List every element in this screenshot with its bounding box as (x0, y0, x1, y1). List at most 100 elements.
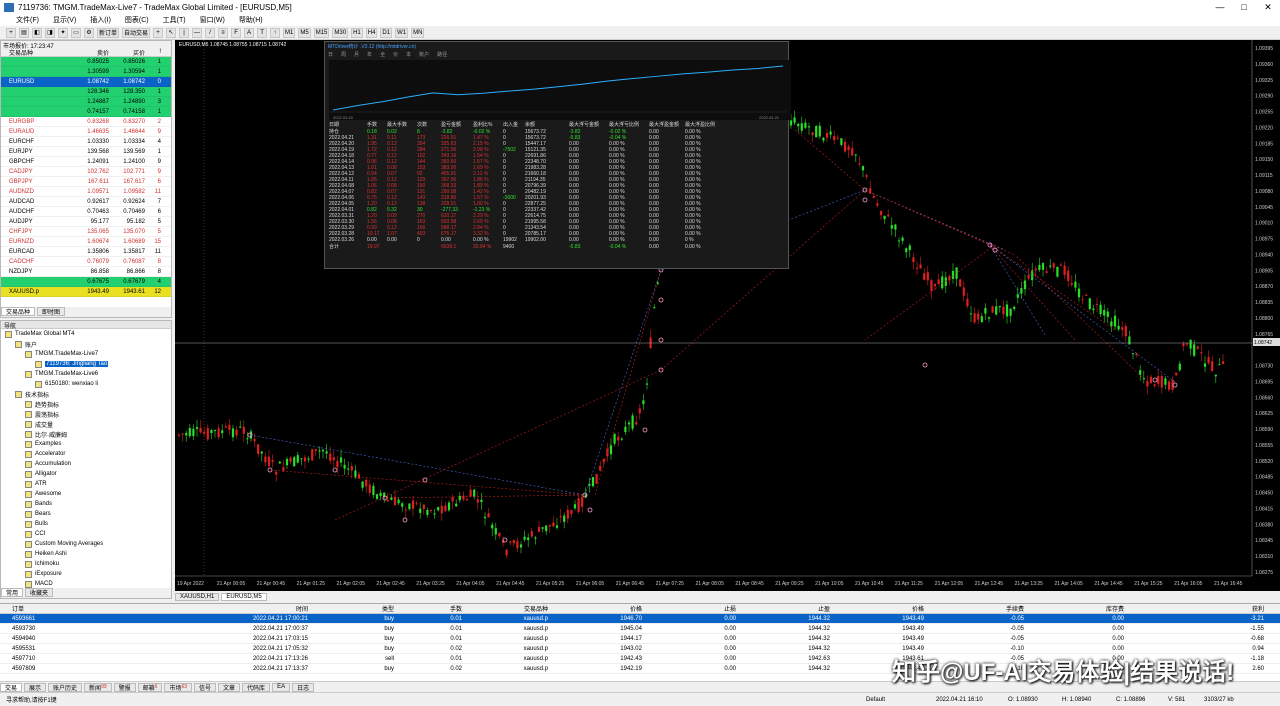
terminal-tab[interactable]: EA (272, 682, 291, 692)
market-watch-row[interactable]: EURCAD 1.35806 1.35817 11 (1, 247, 171, 257)
market-watch-row[interactable]: AUDCHF 0.70463 0.70469 6 (1, 207, 171, 217)
terminal-tab[interactable]: 警报 (113, 682, 136, 692)
new-order-button[interactable]: 新订单 (97, 27, 120, 38)
market-watch-row[interactable]: NZDJPY 86.858 86.866 8 (1, 267, 171, 277)
navigator-item[interactable]: TMGM.TradeMax-Live7 (1, 349, 171, 359)
menu-insert[interactable]: 插入(I) (90, 15, 111, 25)
navigator-item[interactable]: Bands (1, 499, 171, 509)
stats-tab[interactable]: 年 (367, 51, 372, 58)
order-row[interactable]: 4594940 2022.04.21 17:03:15 buy 0.01 xauusd.… (0, 634, 1280, 644)
market-watch-row[interactable]: GBPJPY 167.611 167.617 6 (1, 177, 171, 187)
market-watch-row[interactable]: 1.30599 1.30594 1 (1, 67, 171, 77)
vertical-line-icon[interactable]: | (179, 27, 190, 38)
navigator-item[interactable]: ATR (1, 479, 171, 489)
new-chart-icon[interactable]: + (6, 27, 16, 38)
channel-icon[interactable]: ≡ (218, 27, 229, 38)
terminal-tab[interactable]: 新闻 99 (84, 682, 112, 692)
col-spread[interactable]: ! (145, 49, 163, 55)
terminal-tab[interactable]: 信号 (194, 682, 217, 692)
tf-m30[interactable]: M30 (332, 27, 349, 38)
tf-m1[interactable]: M1 (283, 27, 296, 38)
market-watch-row[interactable]: CADCHF 0.76079 0.76087 8 (1, 257, 171, 267)
tf-h1[interactable]: H1 (351, 27, 363, 38)
tab-common[interactable]: 常用 (1, 588, 24, 597)
terminal-tab[interactable]: 交易 (0, 682, 23, 692)
profiles-icon[interactable]: ▤ (19, 27, 29, 38)
market-watch-row[interactable]: XAUUSD.p 1943.49 1943.61 12 (1, 287, 171, 297)
market-watch-row[interactable]: 0.74157 0.74158 1 (1, 107, 171, 117)
stats-tab[interactable]: 月 (354, 51, 359, 58)
terminal-tab[interactable]: 账户历史 (48, 682, 83, 692)
col-tp[interactable]: 止盈 (736, 604, 830, 613)
tf-m5[interactable]: M5 (298, 27, 311, 38)
tf-h4[interactable]: H4 (365, 27, 378, 38)
navigator-item[interactable]: 比尔·威廉姆 (1, 429, 171, 439)
navigator-item[interactable]: 趋势指标 (1, 399, 171, 409)
market-watch-row[interactable]: 1.24887 1.24890 3 (1, 97, 171, 107)
market-watch-icon[interactable]: ◧ (32, 27, 42, 38)
market-watch-row[interactable]: EURGBP 0.83268 0.83270 2 (1, 117, 171, 127)
tester-icon[interactable]: ⚙ (84, 27, 94, 38)
col-lots[interactable]: 手数 (394, 604, 462, 613)
tf-mn[interactable]: MN (411, 27, 425, 38)
navigator-item[interactable]: Ichimoku (1, 559, 171, 569)
market-watch-row[interactable]: AUDJPY 95.177 95.182 5 (1, 217, 171, 227)
col-time[interactable]: 时间 (136, 604, 308, 613)
market-watch-row[interactable]: CADJPY 102.762 102.771 9 (1, 167, 171, 177)
chart-tab-eurusd[interactable]: EURUSD,M5 (221, 593, 267, 601)
market-watch-row[interactable]: 128.346 128.350 1 (1, 87, 171, 97)
col-swap[interactable]: 库存费 (1024, 604, 1124, 613)
text-icon[interactable]: A (244, 27, 255, 38)
stats-tab[interactable]: 账户 (419, 51, 429, 58)
menu-file[interactable]: 文件(F) (16, 15, 39, 25)
market-watch-row[interactable]: 0.67675 0.67679 4 (1, 277, 171, 287)
market-watch-row[interactable]: AUDNZD 1.09571 1.09582 11 (1, 187, 171, 197)
terminal-tab[interactable]: 日志 (292, 682, 315, 692)
terminal-tab[interactable]: 邮箱 6 (137, 682, 163, 692)
navigator-item[interactable]: Awesome (1, 489, 171, 499)
navigator-item[interactable]: Heiken Ashi (1, 549, 171, 559)
market-watch-row[interactable]: GBPCHF 1.24091 1.24100 9 (1, 157, 171, 167)
trendline-icon[interactable]: / (205, 27, 216, 38)
stats-tab[interactable]: 价 (393, 51, 398, 58)
maximize-button[interactable]: □ (1232, 2, 1256, 13)
tf-w1[interactable]: W1 (395, 27, 409, 38)
col-sl[interactable]: 止损 (642, 604, 736, 613)
col-cur-price[interactable]: 价格 (830, 604, 924, 613)
navigator-item[interactable]: Accumulation (1, 459, 171, 469)
market-watch-row[interactable]: 0.85025 0.85026 1 (1, 57, 171, 67)
navigator-item[interactable]: 震荡指标 (1, 409, 171, 419)
close-button[interactable]: ✕ (1256, 2, 1280, 13)
navigator-item[interactable]: 7119736: Jingliang Tao (1, 359, 171, 369)
tab-symbols[interactable]: 交易品种 (1, 307, 36, 316)
crosshair-icon[interactable]: + (153, 27, 164, 38)
col-commission[interactable]: 手续费 (924, 604, 1024, 613)
menu-tools[interactable]: 工具(T) (163, 15, 186, 25)
navigator-item[interactable]: iExposure (1, 569, 171, 579)
stats-tab[interactable]: 路径 (437, 51, 447, 58)
navigator-item[interactable]: TradeMax Global MT4 (1, 329, 171, 339)
terminal-icon[interactable]: ▭ (71, 27, 81, 38)
navigator-item[interactable]: Bulls (1, 519, 171, 529)
arrow-icon[interactable]: ↑ (270, 27, 281, 38)
col-bid[interactable]: 卖价 (73, 48, 109, 57)
navigator-item[interactable]: 账户 (1, 339, 171, 349)
stats-tab[interactable]: 全 (380, 51, 385, 58)
cursor-icon[interactable]: ↖ (166, 27, 177, 38)
terminal-tab[interactable]: 展示 (24, 682, 47, 692)
order-row[interactable]: 4593730 2022.04.21 17:00:37 buy 0.01 xauusd.… (0, 624, 1280, 634)
terminal-tab[interactable]: 市场 63 (164, 682, 193, 692)
minimize-button[interactable]: — (1208, 2, 1232, 13)
market-watch-row[interactable]: EURAUD 1.46635 1.46644 9 (1, 127, 171, 137)
stats-tab[interactable]: 周 (341, 51, 346, 58)
navigator-item[interactable]: 技术指标 (1, 389, 171, 399)
market-watch-row[interactable]: EURCHF 1.03330 1.03334 4 (1, 137, 171, 147)
navigator-item[interactable]: 6150180: wenxiao li (1, 379, 171, 389)
col-price[interactable]: 价格 (548, 604, 642, 613)
tab-tick-chart[interactable]: 即时图 (37, 307, 66, 316)
navigator-item[interactable]: 成交量 (1, 419, 171, 429)
navigator-item[interactable]: Alligator (1, 469, 171, 479)
navigator-item[interactable]: Accelerator (1, 449, 171, 459)
col-ask[interactable]: 买价 (109, 48, 145, 57)
navigator-item[interactable]: Bears (1, 509, 171, 519)
